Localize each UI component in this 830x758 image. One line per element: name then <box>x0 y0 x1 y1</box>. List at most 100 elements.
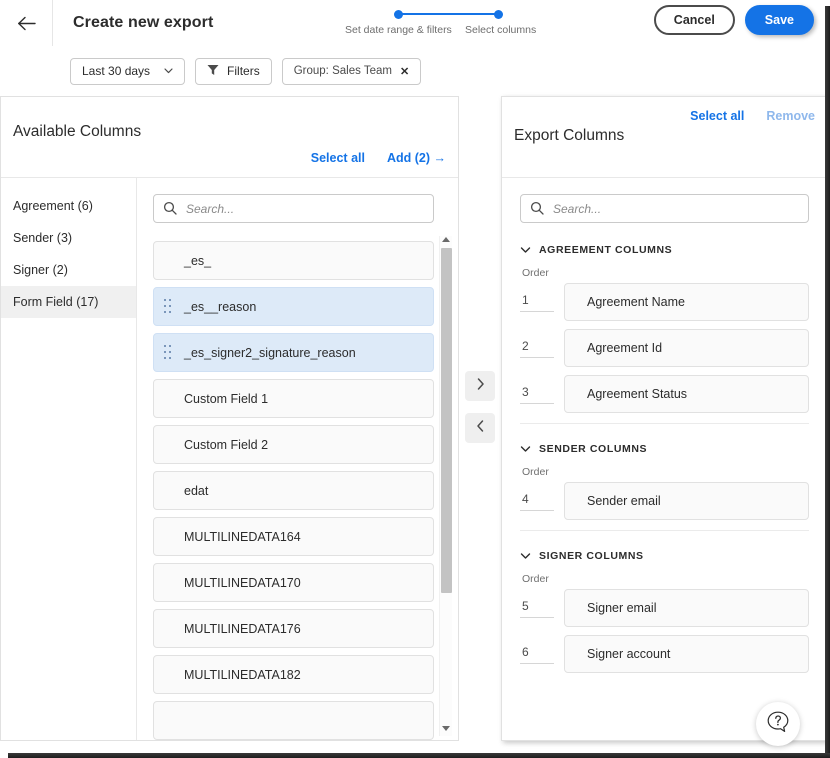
export-group-title: Agreement Columns <box>539 244 672 256</box>
available-column-label: _es_ <box>184 254 211 268</box>
export-column-item[interactable]: Agreement Status <box>564 375 809 413</box>
available-column-item[interactable] <box>153 701 434 740</box>
category-label: Form Field (17) <box>13 295 98 309</box>
available-column-item[interactable]: MULTILINEDATA170 <box>153 563 434 602</box>
order-number-input[interactable]: 4 <box>520 492 554 511</box>
available-column-item[interactable]: MULTILINEDATA182 <box>153 655 434 694</box>
filters-button[interactable]: Filters <box>195 58 272 85</box>
page-header: Create new export Set date range & filte… <box>0 0 830 46</box>
category-list: Agreement (6) Sender (3) Signer (2) Form… <box>1 178 137 740</box>
move-left-button[interactable] <box>465 413 495 443</box>
date-range-dropdown[interactable]: Last 30 days <box>70 58 185 85</box>
export-column-row: 2 Agreement Id <box>520 329 809 367</box>
date-range-label: Last 30 days <box>82 64 150 78</box>
close-icon[interactable]: ✕ <box>400 65 409 78</box>
available-column-label: _es__reason <box>184 300 256 314</box>
page-title: Create new export <box>53 14 213 32</box>
export-group-header-signer[interactable]: Signer Columns <box>520 547 809 565</box>
available-list-scrollbar[interactable] <box>439 236 452 736</box>
available-column-item[interactable]: MULTILINEDATA176 <box>153 609 434 648</box>
group-divider <box>520 530 809 531</box>
export-column-row: 1 Agreement Name <box>520 283 809 321</box>
scrollbar-thumb[interactable] <box>441 248 452 593</box>
export-select-all-link[interactable]: Select all <box>690 109 744 123</box>
window-frame-right <box>825 6 830 758</box>
category-item-agreement[interactable]: Agreement (6) <box>1 190 136 222</box>
export-column-item[interactable]: Agreement Id <box>564 329 809 367</box>
stepper-dot-step1[interactable] <box>394 10 403 19</box>
export-columns-body: Agreement Columns Order 1 Agreement Name… <box>502 178 827 740</box>
available-columns-list: _es_ _es__reason _es_signer2_signature_r… <box>137 178 458 740</box>
export-search-box[interactable] <box>520 194 809 223</box>
export-panel-header: Select all Remove Export Columns <box>502 97 827 178</box>
available-column-item[interactable]: edat <box>153 471 434 510</box>
order-number-input[interactable]: 6 <box>520 645 554 664</box>
export-column-item[interactable]: Signer account <box>564 635 809 673</box>
available-panel-header: Available Columns Select all Add (2) → <box>1 97 458 178</box>
drag-handle-icon[interactable] <box>164 345 172 362</box>
order-number-input[interactable]: 1 <box>520 293 554 312</box>
export-group-title: Sender Columns <box>539 443 647 455</box>
available-column-item[interactable]: Custom Field 1 <box>153 379 434 418</box>
export-column-label: Sender email <box>587 494 661 508</box>
order-column-label: Order <box>522 267 809 279</box>
export-column-label: Agreement Name <box>587 295 685 309</box>
export-group-header-sender[interactable]: Sender Columns <box>520 440 809 458</box>
category-item-form-field[interactable]: Form Field (17) <box>1 286 136 318</box>
export-column-item[interactable]: Agreement Name <box>564 283 809 321</box>
available-search-input[interactable] <box>184 201 433 217</box>
category-label: Signer (2) <box>13 263 68 277</box>
export-column-label: Signer email <box>587 601 656 615</box>
available-panel-title: Available Columns <box>13 123 141 141</box>
available-column-item[interactable]: _es_signer2_signature_reason <box>153 333 434 372</box>
available-column-label: Custom Field 1 <box>184 392 268 406</box>
chevron-right-icon <box>475 377 486 396</box>
search-icon <box>530 201 544 220</box>
funnel-icon <box>207 64 219 79</box>
available-columns-panel: Available Columns Select all Add (2) → A… <box>0 96 459 741</box>
export-group-header-agreement[interactable]: Agreement Columns <box>520 241 809 259</box>
available-column-item[interactable]: _es__reason <box>153 287 434 326</box>
stepper-label-step1: Set date range & filters <box>345 24 452 36</box>
cancel-button[interactable]: Cancel <box>654 5 735 35</box>
export-column-item[interactable]: Signer email <box>564 589 809 627</box>
order-number-input[interactable]: 3 <box>520 385 554 404</box>
help-button[interactable] <box>756 702 800 746</box>
available-column-item[interactable]: _es_ <box>153 241 434 280</box>
scroll-up-arrow-icon[interactable] <box>442 237 451 246</box>
save-button[interactable]: Save <box>745 5 814 35</box>
available-column-label: edat <box>184 484 208 498</box>
available-select-all-link[interactable]: Select all <box>311 151 365 165</box>
move-right-button[interactable] <box>465 371 495 401</box>
drag-handle-icon[interactable] <box>164 299 172 316</box>
order-number-input[interactable]: 2 <box>520 339 554 358</box>
filter-toolbar: Last 30 days Filters Group: Sales Team ✕ <box>0 46 830 96</box>
filter-chip-group[interactable]: Group: Sales Team ✕ <box>282 58 421 85</box>
category-label: Sender (3) <box>13 231 72 245</box>
transfer-buttons <box>465 371 495 443</box>
available-column-item[interactable]: MULTILINEDATA164 <box>153 517 434 556</box>
export-remove-link[interactable]: Remove <box>766 109 815 123</box>
order-number-input[interactable]: 5 <box>520 599 554 618</box>
stepper-dot-step2[interactable] <box>494 10 503 19</box>
available-add-link[interactable]: Add (2) → <box>387 151 446 165</box>
scroll-down-arrow-icon[interactable] <box>442 726 451 735</box>
columns-transfer-area: Available Columns Select all Add (2) → A… <box>0 96 830 744</box>
category-item-signer[interactable]: Signer (2) <box>1 254 136 286</box>
category-item-sender[interactable]: Sender (3) <box>1 222 136 254</box>
back-button[interactable] <box>0 0 52 46</box>
export-column-item[interactable]: Sender email <box>564 482 809 520</box>
filters-label: Filters <box>227 64 260 78</box>
search-icon <box>163 201 177 220</box>
window-frame-bottom <box>8 753 830 758</box>
available-column-label: MULTILINEDATA170 <box>184 576 301 590</box>
stepper-label-step2: Select columns <box>465 24 536 36</box>
chevron-down-icon <box>520 440 531 458</box>
available-search-box[interactable] <box>153 194 434 223</box>
export-search-input[interactable] <box>551 201 808 217</box>
chevron-down-icon <box>520 241 531 259</box>
help-question-bubble-icon <box>765 709 791 740</box>
export-column-row: 5 Signer email <box>520 589 809 627</box>
progress-stepper: Set date range & filters Select columns <box>340 6 570 46</box>
available-column-item[interactable]: Custom Field 2 <box>153 425 434 464</box>
